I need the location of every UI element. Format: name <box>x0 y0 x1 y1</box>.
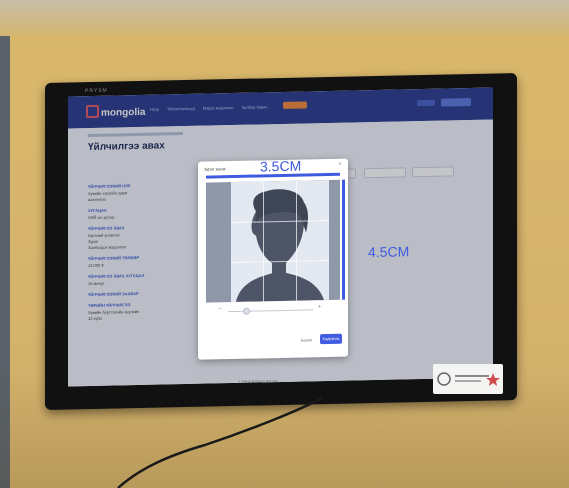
power-cable <box>117 396 323 488</box>
photo-scene: PRYSM mongolia Нүүр Үйлчилгээнүүд Мэдээ … <box>0 0 569 488</box>
